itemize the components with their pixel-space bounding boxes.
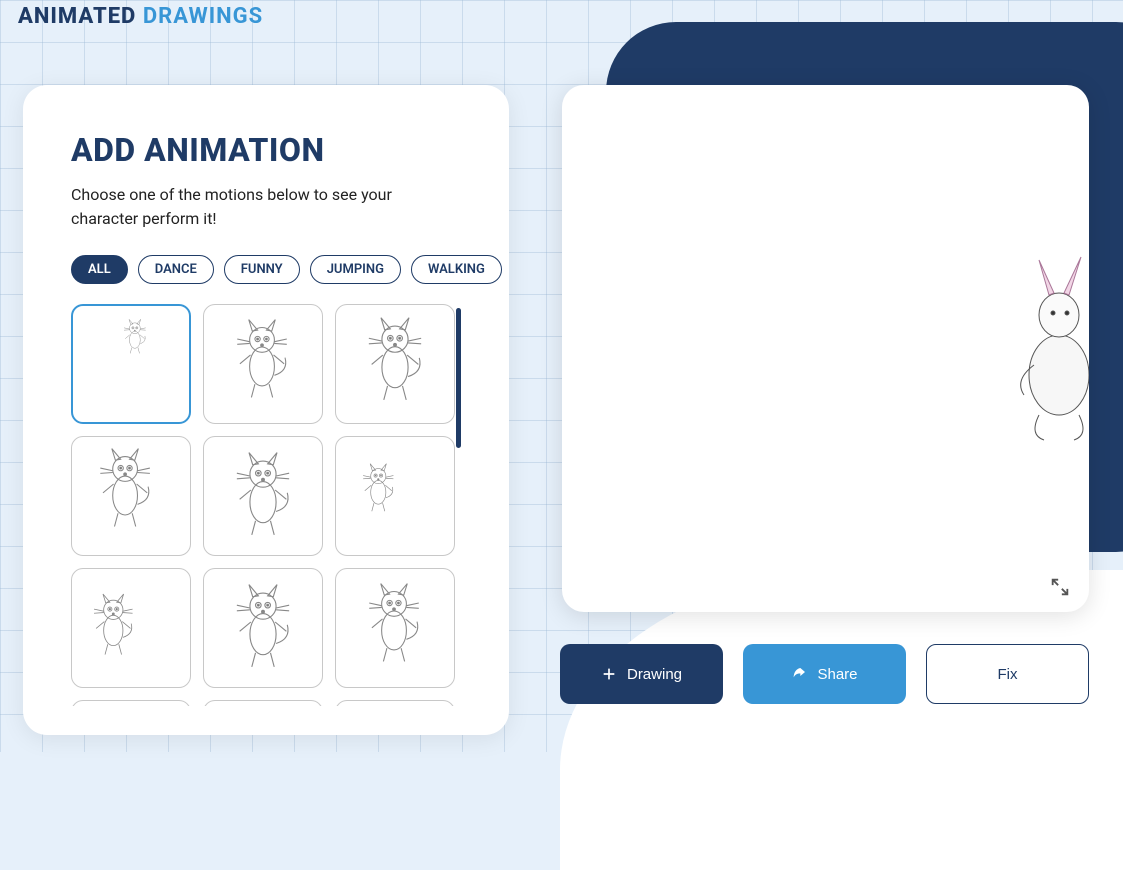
- logo-word-1: ANIMATED: [18, 4, 136, 29]
- logo: ANIMATED DRAWINGS: [18, 4, 263, 29]
- tab-walking[interactable]: WALKING: [411, 255, 502, 284]
- share-button-label: Share: [817, 666, 857, 683]
- animation-cell[interactable]: [335, 568, 455, 688]
- panel-subtitle: Choose one of the motions below to see y…: [71, 183, 431, 231]
- animation-cell[interactable]: [203, 700, 323, 706]
- animation-cell[interactable]: [335, 436, 455, 556]
- animation-cell[interactable]: [203, 436, 323, 556]
- animation-cell[interactable]: [203, 304, 323, 424]
- scrollbar[interactable]: [456, 308, 461, 448]
- fix-button[interactable]: Fix: [926, 644, 1089, 704]
- animation-cell[interactable]: [335, 700, 455, 706]
- animation-cell[interactable]: [203, 568, 323, 688]
- logo-word-2: DRAWINGS: [143, 4, 263, 29]
- share-button[interactable]: Share: [743, 644, 906, 704]
- expand-button[interactable]: [1049, 576, 1071, 598]
- plus-icon: [601, 666, 617, 682]
- character-bunny: [989, 255, 1089, 455]
- drawing-button[interactable]: Drawing: [560, 644, 723, 704]
- animation-cell[interactable]: [71, 700, 191, 706]
- expand-icon: [1049, 576, 1071, 598]
- tab-funny[interactable]: FUNNY: [224, 255, 300, 284]
- panel-title: ADD ANIMATION: [71, 131, 461, 169]
- tab-all[interactable]: ALL: [71, 255, 128, 284]
- category-tabs: ALL DANCE FUNNY JUMPING WALKING: [71, 255, 461, 284]
- share-icon: [791, 666, 807, 682]
- animation-cell[interactable]: [71, 304, 191, 424]
- fix-button-label: Fix: [998, 666, 1018, 683]
- animation-selector-panel: ADD ANIMATION Choose one of the motions …: [23, 85, 509, 735]
- animation-cell[interactable]: [335, 304, 455, 424]
- animation-cell[interactable]: [71, 568, 191, 688]
- action-buttons: Drawing Share Fix: [560, 644, 1089, 704]
- drawing-button-label: Drawing: [627, 666, 682, 683]
- animation-cell[interactable]: [71, 436, 191, 556]
- preview-canvas: [562, 85, 1089, 612]
- tab-dance[interactable]: DANCE: [138, 255, 214, 284]
- animation-grid[interactable]: [71, 304, 461, 706]
- animation-grid-wrap: [71, 304, 461, 706]
- tab-jumping[interactable]: JUMPING: [310, 255, 401, 284]
